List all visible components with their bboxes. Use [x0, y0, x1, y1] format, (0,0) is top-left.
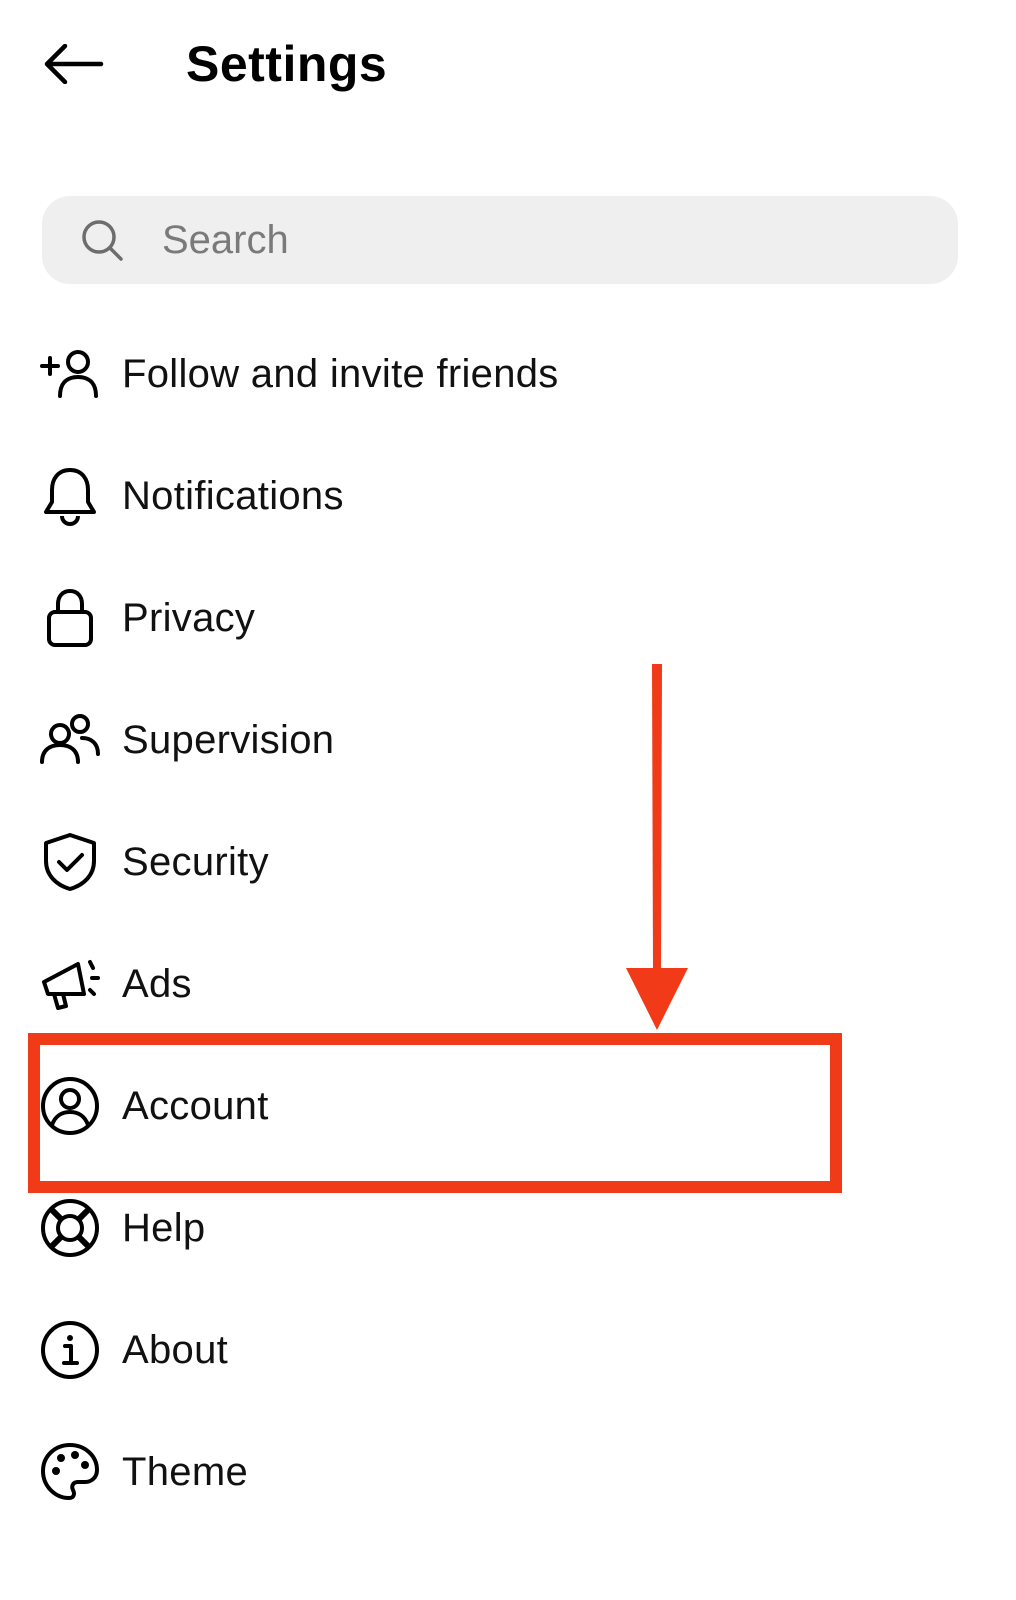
menu-item-ads[interactable]: Ads	[36, 934, 966, 1034]
megaphone-icon	[36, 950, 104, 1018]
menu-item-label: Theme	[122, 1450, 248, 1494]
back-button[interactable]	[38, 34, 108, 94]
menu-item-security[interactable]: Security	[36, 812, 966, 912]
menu-item-theme[interactable]: Theme	[36, 1422, 966, 1522]
search-input[interactable]	[162, 210, 922, 270]
people-icon	[36, 706, 104, 774]
settings-page: Settings Follow and invite friends Notif…	[0, 0, 1016, 1600]
menu-item-privacy[interactable]: Privacy	[36, 568, 966, 668]
search-icon	[82, 220, 123, 261]
shield-check-icon	[36, 828, 104, 896]
menu-item-label: About	[122, 1328, 229, 1372]
lock-icon	[36, 584, 104, 652]
search-bar[interactable]	[42, 196, 958, 284]
menu-item-account[interactable]: Account	[36, 1056, 966, 1156]
menu-item-supervision[interactable]: Supervision	[36, 690, 966, 790]
lifebuoy-icon	[36, 1194, 104, 1262]
info-icon	[36, 1316, 104, 1384]
menu-item-label: Privacy	[122, 596, 256, 640]
menu-item-help[interactable]: Help	[36, 1178, 966, 1278]
bell-icon	[36, 462, 104, 530]
palette-icon	[36, 1438, 104, 1506]
menu-item-follow-invite[interactable]: Follow and invite friends	[36, 324, 966, 424]
add-person-icon	[36, 340, 104, 408]
menu-item-label: Supervision	[122, 718, 335, 762]
arrow-left-icon	[44, 44, 104, 84]
header: Settings	[0, 0, 1016, 130]
menu-item-label: Notifications	[122, 474, 344, 518]
page-title: Settings	[186, 36, 388, 92]
menu-item-label: Account	[122, 1084, 269, 1128]
account-circle-icon	[36, 1072, 104, 1140]
menu-item-label: Ads	[122, 962, 192, 1006]
menu-item-label: Follow and invite friends	[122, 352, 559, 396]
menu-item-about[interactable]: About	[36, 1300, 966, 1400]
menu-item-label: Security	[122, 840, 269, 884]
menu-item-notifications[interactable]: Notifications	[36, 446, 966, 546]
menu-item-label: Help	[122, 1206, 206, 1250]
